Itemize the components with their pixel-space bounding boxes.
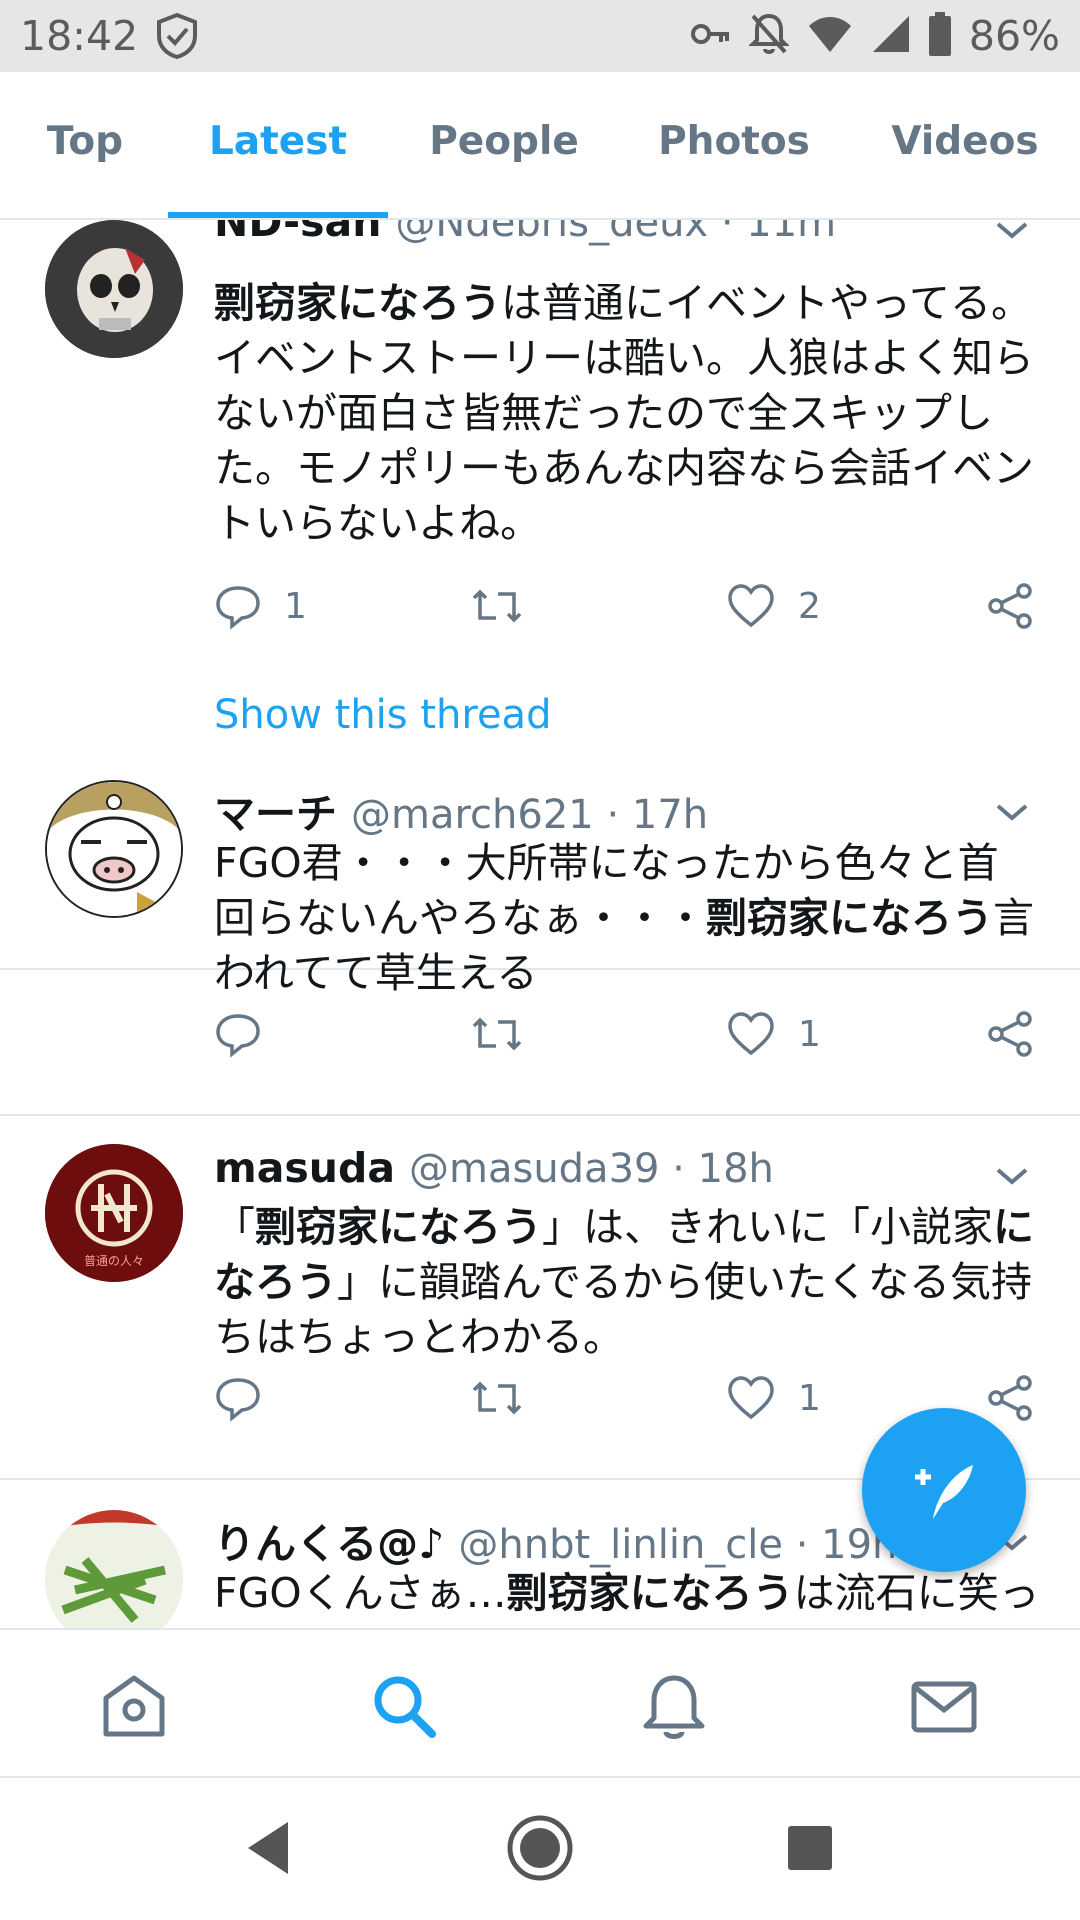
retweet-button[interactable] [470, 1006, 524, 1062]
retweet-icon [472, 1017, 522, 1051]
status-time: 18:42 [20, 12, 139, 60]
status-bar: 18:42 86% [0, 0, 1080, 72]
display-name[interactable]: マーチ [214, 790, 337, 838]
share-button[interactable] [986, 1006, 1034, 1062]
compose-feather-icon [915, 1465, 973, 1519]
battery-percentage: 86% [968, 12, 1060, 60]
heart-icon [728, 1012, 774, 1056]
avatar[interactable]: 普通の人々 [45, 1144, 183, 1282]
avatar[interactable] [45, 780, 183, 918]
tab-videos[interactable]: Videos [880, 72, 1050, 218]
battery-icon [928, 12, 951, 60]
tweet-item[interactable]: マーチ @march621 · 17h FGO君・・・大所帯になったから色々と首回… [0, 750, 1080, 1116]
display-name[interactable]: りんくる@♪ [214, 1520, 444, 1568]
reply-icon [216, 586, 260, 630]
tweet-header: マーチ @march621 · 17h [214, 780, 1040, 840]
signal-icon [871, 14, 911, 58]
like-button[interactable]: 1 [726, 1370, 821, 1426]
tweet-header: ND-san @Ndebris_deux · 11m [214, 220, 1040, 258]
like-count: 1 [798, 1377, 821, 1419]
display-name[interactable]: masuda [214, 1144, 395, 1192]
share-icon [988, 583, 1032, 629]
like-button[interactable]: 2 [726, 578, 821, 634]
chevron-down-icon[interactable] [994, 1164, 1030, 1188]
active-tab-indicator [168, 212, 388, 218]
wifi-icon [807, 14, 853, 58]
back-icon[interactable] [244, 1820, 292, 1876]
reply-count: 1 [284, 585, 307, 627]
bottom-navigation [0, 1628, 1080, 1778]
home-icon[interactable] [98, 1670, 170, 1742]
home-circle-icon[interactable] [506, 1814, 574, 1882]
avatar[interactable] [45, 1510, 183, 1628]
handle-and-time: @masuda39 · 18h [409, 1146, 774, 1192]
display-name[interactable]: ND-san [214, 220, 381, 246]
retweet-button[interactable] [470, 578, 524, 634]
like-count: 1 [798, 1013, 821, 1055]
reply-icon [216, 1378, 260, 1422]
like-count: 2 [798, 585, 821, 627]
messages-icon[interactable] [908, 1670, 980, 1742]
compose-tweet-button[interactable] [862, 1408, 1026, 1572]
tweet-text-body: 」は、きれいに「小説家 [542, 1203, 993, 1251]
vpn-key-icon [690, 21, 731, 51]
chevron-down-icon[interactable] [994, 800, 1030, 824]
tab-top[interactable]: Top [20, 72, 150, 218]
handle-and-time: @Ndebris_deux · 11m [395, 220, 837, 246]
chevron-down-icon[interactable] [994, 220, 1030, 242]
shield-check-icon [154, 12, 200, 64]
tweet-text: FGOくんさぁ…剽窃家になろうは流石に笑っ [214, 1566, 1040, 1621]
retweet-icon [472, 589, 522, 623]
retweet-button[interactable] [470, 1370, 524, 1426]
tweet-text: 「剽窃家になろう」は、きれいに「小説家になろう」に韻踏んでるから使いたくなる気持… [214, 1200, 1034, 1365]
recents-icon[interactable] [786, 1824, 834, 1872]
search-tabs: Top Latest People Photos Videos [0, 72, 1080, 220]
tweet-text: FGO君・・・大所帯になったから色々と首回らないんやろなぁ・・・剽窃家になろう言… [214, 836, 1034, 1001]
like-button[interactable]: 1 [726, 1006, 821, 1062]
avatar-label: 普通の人々 [83, 1254, 144, 1268]
share-button[interactable] [986, 578, 1034, 634]
notifications-off-icon [748, 12, 790, 60]
handle-and-time: @hnbt_linlin_cle · 19h [458, 1522, 898, 1568]
reply-button[interactable] [214, 1370, 284, 1426]
search-term-highlight: 剽窃家になろう [214, 279, 501, 327]
heart-icon [728, 1376, 774, 1420]
tab-latest[interactable]: Latest [168, 72, 388, 218]
tweet-text-body: FGOくんさぁ… [214, 1569, 507, 1617]
search-term-highlight: 剽窃家になろう [506, 1569, 794, 1617]
tweet-actions: 1 2 [214, 578, 1044, 634]
tweet-header: masuda @masuda39 · 18h [214, 1144, 1040, 1204]
search-term-highlight: 剽窃家になろう [706, 894, 993, 942]
share-button[interactable] [986, 1370, 1034, 1426]
avatar[interactable] [45, 220, 183, 358]
reply-icon [216, 1014, 260, 1058]
tab-photos[interactable]: Photos [650, 72, 818, 218]
tweet-text-body: 」に韻踏んでるから使いたくなる気持ちはちょっとわかる。 [214, 1258, 1032, 1361]
notifications-icon[interactable] [638, 1670, 710, 1742]
handle-and-time: @march621 · 17h [351, 792, 709, 838]
search-term-highlight: 剽窃家になろう [255, 1203, 542, 1251]
screen: 18:42 86% Top Latest People Photos Video… [0, 0, 1080, 1920]
tweet-text-body: 「 [214, 1203, 255, 1251]
tweet-actions: 1 [214, 1006, 1044, 1062]
show-thread-link[interactable]: Show this thread [214, 692, 551, 738]
system-navigation-bar [0, 1778, 1080, 1920]
share-icon [988, 1011, 1032, 1057]
retweet-icon [472, 1381, 522, 1415]
tab-people[interactable]: People [420, 72, 588, 218]
status-icons: 86% [690, 10, 1060, 62]
search-icon[interactable] [368, 1670, 440, 1742]
heart-icon [728, 584, 774, 628]
reply-button[interactable] [214, 1006, 284, 1062]
share-icon [988, 1375, 1032, 1421]
tweet-text-body: は流石に笑っ [793, 1569, 1040, 1617]
tweet-text: 剽窃家になろうは普通にイベントやってる。イベントストーリーは酷い。人狼はよく知ら… [214, 276, 1034, 551]
reply-button[interactable]: 1 [214, 578, 307, 634]
